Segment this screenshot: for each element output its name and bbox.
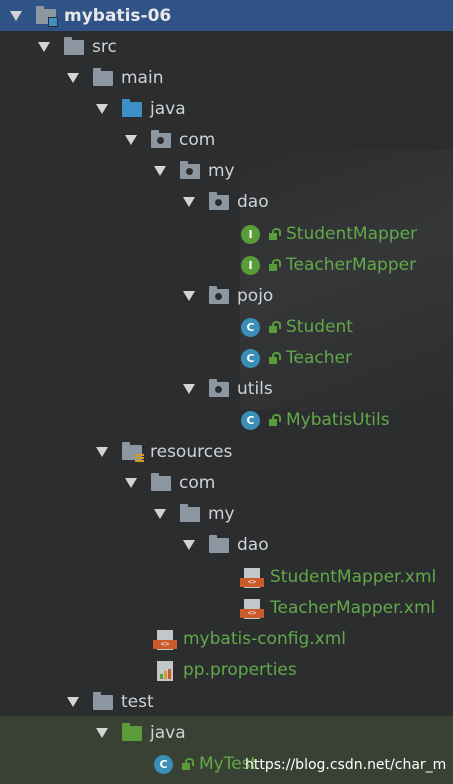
- expand-arrow-icon[interactable]: [96, 446, 108, 457]
- source-folder-icon: [122, 98, 142, 118]
- expand-arrow-icon[interactable]: [183, 539, 195, 550]
- interface-icon: I: [241, 255, 260, 275]
- tree-node-my-test[interactable]: C MyTest: [154, 748, 257, 779]
- expand-arrow-icon[interactable]: [67, 72, 79, 83]
- node-label: pojo: [237, 285, 274, 306]
- package-icon: [151, 129, 171, 149]
- node-label: Teacher: [286, 347, 352, 368]
- node-label: test: [121, 691, 154, 712]
- tree-node-main[interactable]: main: [67, 62, 163, 93]
- module-folder-icon: [36, 5, 58, 27]
- node-label: StudentMapper.xml: [270, 566, 437, 587]
- node-label: StudentMapper: [286, 223, 418, 244]
- expand-arrow-icon[interactable]: [125, 134, 137, 145]
- folder-icon: [93, 67, 113, 87]
- node-label: main: [121, 67, 164, 88]
- class-icon: C: [241, 348, 260, 368]
- folder-icon: [151, 472, 171, 492]
- node-label: Student: [286, 316, 353, 337]
- node-label: com: [179, 129, 216, 150]
- folder-icon: [180, 503, 200, 523]
- node-label: com: [179, 472, 216, 493]
- node-label: utils: [237, 378, 273, 399]
- tree-node-teacher[interactable]: C Teacher: [241, 342, 352, 373]
- expand-arrow-icon[interactable]: [183, 290, 195, 301]
- node-label: TeacherMapper: [286, 254, 417, 275]
- expand-arrow-icon[interactable]: [183, 383, 195, 394]
- expand-arrow-icon[interactable]: [154, 508, 166, 519]
- package-icon: [180, 160, 200, 180]
- folder-icon: [64, 36, 84, 56]
- class-icon: C: [241, 317, 260, 337]
- project-name: mybatis-06: [64, 5, 172, 26]
- test-source-folder-icon: [122, 722, 142, 742]
- xml-file-icon: <>: [240, 598, 264, 619]
- tree-node-java[interactable]: java: [96, 93, 186, 124]
- package-icon: [209, 285, 229, 305]
- lock-icon: [181, 757, 194, 770]
- expand-arrow-icon[interactable]: [154, 165, 166, 176]
- node-label: dao: [237, 534, 269, 555]
- expand-arrow-icon[interactable]: [183, 196, 195, 207]
- node-label: mybatis-config.xml: [183, 628, 346, 649]
- node-label: my: [208, 503, 235, 524]
- tree-node-student-mapper[interactable]: I StudentMapper: [241, 218, 417, 249]
- folder-icon: [209, 534, 229, 554]
- test-class-icon: C: [154, 754, 173, 774]
- tree-node-resources[interactable]: resources: [96, 436, 232, 467]
- tree-node-project[interactable]: mybatis-06: [0, 0, 453, 31]
- tree-node-pojo[interactable]: pojo: [183, 280, 273, 311]
- node-label: java: [150, 98, 186, 119]
- tree-node-mybatis-utils[interactable]: C MybatisUtils: [241, 404, 390, 435]
- tree-node-test[interactable]: test: [67, 686, 154, 717]
- package-icon: [209, 378, 229, 398]
- expand-arrow-icon[interactable]: [67, 696, 79, 707]
- tree-node-test-java[interactable]: java: [96, 717, 186, 748]
- tree-node-res-my[interactable]: my: [154, 498, 235, 529]
- tree-node-my[interactable]: my: [154, 155, 235, 186]
- tree-node-student[interactable]: C Student: [241, 311, 353, 342]
- tree-node-pp-properties[interactable]: pp.properties: [157, 654, 297, 685]
- node-label: my: [208, 160, 235, 181]
- expand-arrow-icon[interactable]: [96, 727, 108, 738]
- interface-icon: I: [241, 224, 260, 244]
- node-label: pp.properties: [183, 659, 297, 680]
- expand-arrow-icon[interactable]: [125, 477, 137, 488]
- lock-icon: [268, 413, 281, 426]
- lock-icon: [268, 351, 281, 364]
- tree-node-utils[interactable]: utils: [183, 373, 273, 404]
- xml-file-icon: <>: [153, 629, 177, 650]
- tree-node-teacher-mapper[interactable]: I TeacherMapper: [241, 249, 416, 280]
- resources-folder-icon: [122, 441, 144, 463]
- expand-arrow-icon[interactable]: [38, 41, 50, 52]
- node-label: java: [150, 722, 186, 743]
- node-label: src: [92, 36, 117, 57]
- xml-file-icon: <>: [240, 567, 264, 588]
- tree-node-mybatis-config[interactable]: <> mybatis-config.xml: [153, 623, 346, 654]
- package-icon: [209, 191, 229, 211]
- node-label: dao: [237, 191, 269, 212]
- folder-icon: [93, 691, 113, 711]
- node-label: TeacherMapper.xml: [270, 597, 436, 618]
- watermark-text: https://blog.csdn.net/char_m: [245, 757, 447, 773]
- node-label: resources: [150, 441, 233, 462]
- tree-node-teacher-mapper-xml[interactable]: <> TeacherMapper.xml: [240, 592, 436, 623]
- tree-node-res-com[interactable]: com: [125, 467, 215, 498]
- tree-node-student-mapper-xml[interactable]: <> StudentMapper.xml: [240, 561, 437, 592]
- expand-arrow-icon[interactable]: [96, 103, 108, 114]
- lock-icon: [268, 258, 281, 271]
- lock-icon: [268, 227, 281, 240]
- tree-node-res-dao[interactable]: dao: [183, 529, 269, 560]
- node-label: MybatisUtils: [286, 409, 390, 430]
- tree-node-com[interactable]: com: [125, 124, 215, 155]
- properties-file-icon: [157, 660, 175, 681]
- expand-arrow-icon[interactable]: [10, 10, 22, 21]
- class-icon: C: [241, 410, 260, 430]
- tree-node-src[interactable]: src: [38, 31, 117, 62]
- tree-node-dao[interactable]: dao: [183, 186, 269, 217]
- lock-icon: [268, 320, 281, 333]
